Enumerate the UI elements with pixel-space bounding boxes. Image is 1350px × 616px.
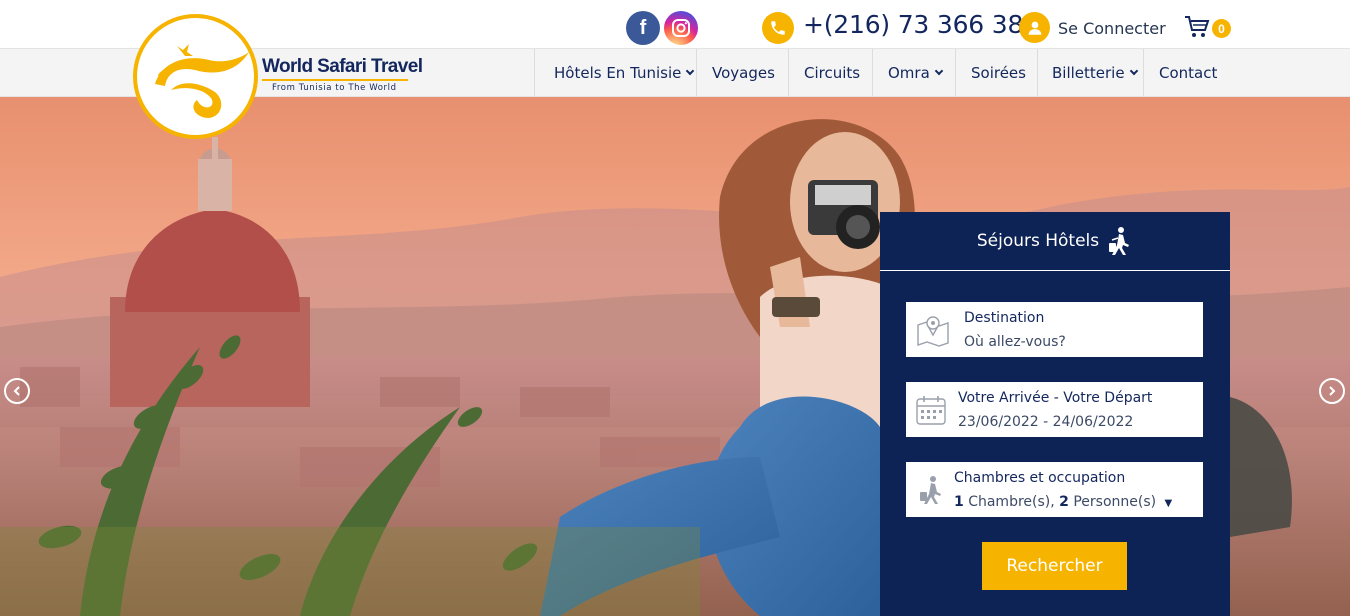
nav-item-contact[interactable]: Contact xyxy=(1159,49,1217,96)
nav-divider xyxy=(955,49,956,96)
dates-label: Votre Arrivée - Votre Départ xyxy=(958,390,1153,406)
nav-item-circuits[interactable]: Circuits xyxy=(804,49,860,96)
user-icon[interactable] xyxy=(1019,12,1050,43)
panel-title: Séjours Hôtels xyxy=(976,231,1100,251)
nav-item-omra[interactable]: Omra xyxy=(888,49,944,96)
brand-underline xyxy=(262,79,408,81)
nav-divider xyxy=(788,49,789,96)
occupancy-select[interactable]: 1 Chambre(s), 2 Personne(s) ▼ xyxy=(954,494,1172,510)
traveler-icon xyxy=(1109,227,1130,255)
destination-input[interactable]: Où allez-vous? xyxy=(964,334,1066,350)
nav-item-soirees[interactable]: Soirées xyxy=(971,49,1026,96)
search-button[interactable]: Rechercher xyxy=(982,542,1127,590)
occupancy-field[interactable]: Chambres et occupation 1 Chambre(s), 2 P… xyxy=(906,462,1203,517)
logo[interactable] xyxy=(133,14,258,139)
chevron-down-icon xyxy=(934,66,944,75)
chevron-down-icon xyxy=(686,66,695,75)
nav-divider xyxy=(534,49,535,96)
cart-count-badge: 0 xyxy=(1212,19,1231,38)
phone-icon xyxy=(762,12,794,44)
map-pin-icon xyxy=(917,316,949,347)
carousel-next-button[interactable] xyxy=(1319,378,1345,404)
brand-name[interactable]: World Safari Travel xyxy=(262,56,423,78)
panel-header: Séjours Hôtels xyxy=(880,212,1230,271)
traveler-icon xyxy=(920,476,941,504)
nav-item-voyages[interactable]: Voyages xyxy=(712,49,775,96)
dates-input[interactable]: 23/06/2022 - 24/06/2022 xyxy=(958,414,1133,430)
carousel-prev-button[interactable] xyxy=(4,378,30,404)
brand-tagline: From Tunisia to The World xyxy=(272,83,397,93)
hotel-search-panel: Séjours Hôtels Destination Où allez-vous… xyxy=(880,212,1230,616)
chevron-down-icon xyxy=(1129,66,1138,75)
nav-item-billetterie[interactable]: Billetterie xyxy=(1052,49,1138,96)
nav-divider xyxy=(696,49,697,96)
nav-divider xyxy=(1143,49,1144,96)
instagram-icon[interactable] xyxy=(664,11,698,45)
occupancy-label: Chambres et occupation xyxy=(954,470,1126,486)
nav-divider xyxy=(1037,49,1038,96)
cart-icon[interactable] xyxy=(1184,15,1210,44)
caret-down-icon: ▼ xyxy=(1164,498,1173,509)
calendar-icon xyxy=(916,396,946,425)
nav-item-hotels[interactable]: Hôtels En Tunisie xyxy=(554,49,695,96)
destination-label: Destination xyxy=(964,310,1045,326)
phone-number[interactable]: +(216) 73 366 383 xyxy=(803,10,1039,39)
nav-divider xyxy=(872,49,873,96)
destination-field[interactable]: Destination Où allez-vous? xyxy=(906,302,1203,357)
dates-field[interactable]: Votre Arrivée - Votre Départ 23/06/2022 … xyxy=(906,382,1203,437)
facebook-icon[interactable]: f xyxy=(626,11,660,45)
login-link[interactable]: Se Connecter xyxy=(1058,19,1166,38)
